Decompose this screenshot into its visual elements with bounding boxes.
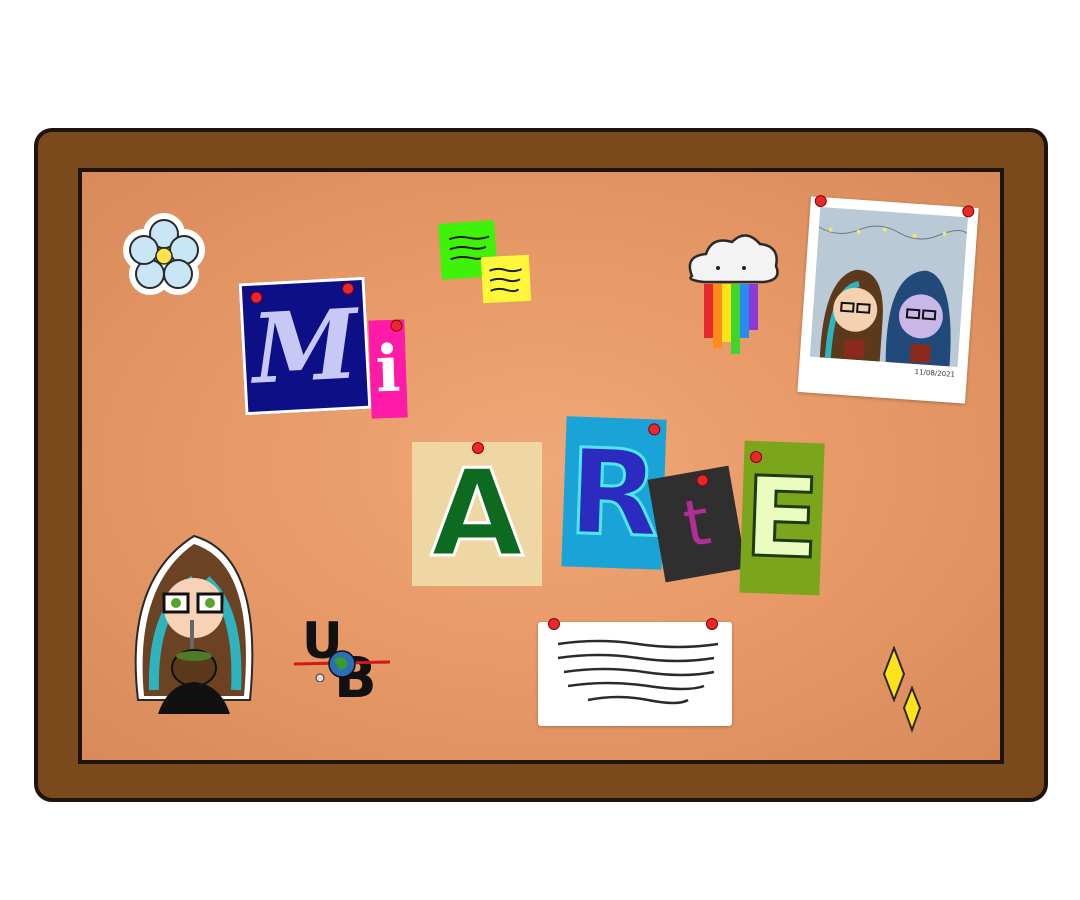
avatar-sticker <box>134 534 254 714</box>
polaroid-photo: 11/08/2021 <box>797 194 979 404</box>
friends-illustration <box>818 225 968 367</box>
polaroid-date: 11/08/2021 <box>914 368 956 379</box>
rainbow-cloud-icon <box>688 234 779 354</box>
title-letter-i: i <box>368 319 408 419</box>
paper-note <box>538 618 732 726</box>
pushpin <box>814 194 828 208</box>
corkboard-surface: 11/08/2021 M i A R t E U B <box>78 168 1004 764</box>
flower-icon <box>123 213 205 295</box>
title-letter-t: t <box>647 465 747 583</box>
title-letter-a: A <box>412 442 542 586</box>
yellow-sticky-note <box>480 254 532 304</box>
pushpin <box>706 618 718 630</box>
pushpin <box>961 204 975 218</box>
sparkle-icon <box>882 646 922 733</box>
pushpin <box>390 319 403 332</box>
scribble-lines <box>489 267 522 293</box>
title-letter-m: M <box>238 276 372 416</box>
globe-icon <box>294 650 390 682</box>
polaroid-picture <box>809 207 968 368</box>
corkboard-frame: 11/08/2021 M i A R t E U B <box>34 128 1048 802</box>
pushpin <box>472 442 484 454</box>
pushpin <box>548 618 560 630</box>
title-letter-e: E <box>739 440 825 596</box>
scribble-lines <box>557 639 719 705</box>
ub-globe-logo: U B <box>294 612 390 712</box>
